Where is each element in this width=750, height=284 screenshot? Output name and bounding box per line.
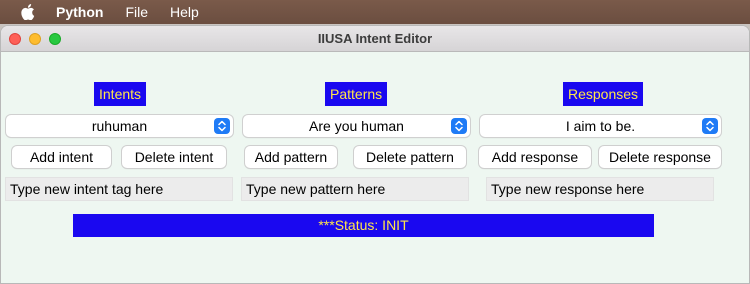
pattern-select-value: Are you human (309, 118, 404, 134)
responses-header: Responses (563, 82, 644, 106)
patterns-header: Patterns (325, 82, 388, 106)
title-bar: IIUSA Intent Editor (1, 26, 749, 52)
chevron-updown-icon (702, 118, 718, 134)
intent-select-value: ruhuman (91, 118, 148, 134)
pattern-input[interactable]: Type new pattern here (241, 177, 469, 201)
chevron-updown-icon (451, 118, 467, 134)
intents-header: Intents (94, 82, 147, 106)
window-title: IIUSA Intent Editor (317, 31, 433, 46)
menu-app-name[interactable]: Python (56, 4, 103, 20)
delete-response-button[interactable]: Delete response (599, 146, 721, 168)
delete-pattern-button[interactable]: Delete pattern (354, 146, 466, 168)
chevron-updown-icon (214, 118, 230, 134)
add-intent-button[interactable]: Add intent (12, 146, 111, 168)
response-select[interactable]: I aim to be. (480, 115, 721, 137)
menu-help[interactable]: Help (170, 4, 199, 20)
add-pattern-button[interactable]: Add pattern (245, 146, 337, 168)
editor-content: Intents Patterns Responses ruhuman Are y… (1, 52, 749, 283)
apple-icon[interactable] (20, 4, 36, 20)
add-response-button[interactable]: Add response (479, 146, 591, 168)
menu-bar: Python File Help (0, 0, 750, 24)
menu-file[interactable]: File (125, 4, 148, 20)
response-select-value: I aim to be. (565, 118, 636, 134)
response-input[interactable]: Type new response here (486, 177, 714, 201)
status-bar: ***Status: INIT (73, 214, 654, 237)
intent-tag-input[interactable]: Type new intent tag here (5, 177, 233, 201)
delete-intent-button[interactable]: Delete intent (122, 146, 226, 168)
pattern-select[interactable]: Are you human (243, 115, 470, 137)
intent-select[interactable]: ruhuman (6, 115, 233, 137)
app-window: IIUSA Intent Editor Intents Patterns Res… (0, 25, 750, 284)
